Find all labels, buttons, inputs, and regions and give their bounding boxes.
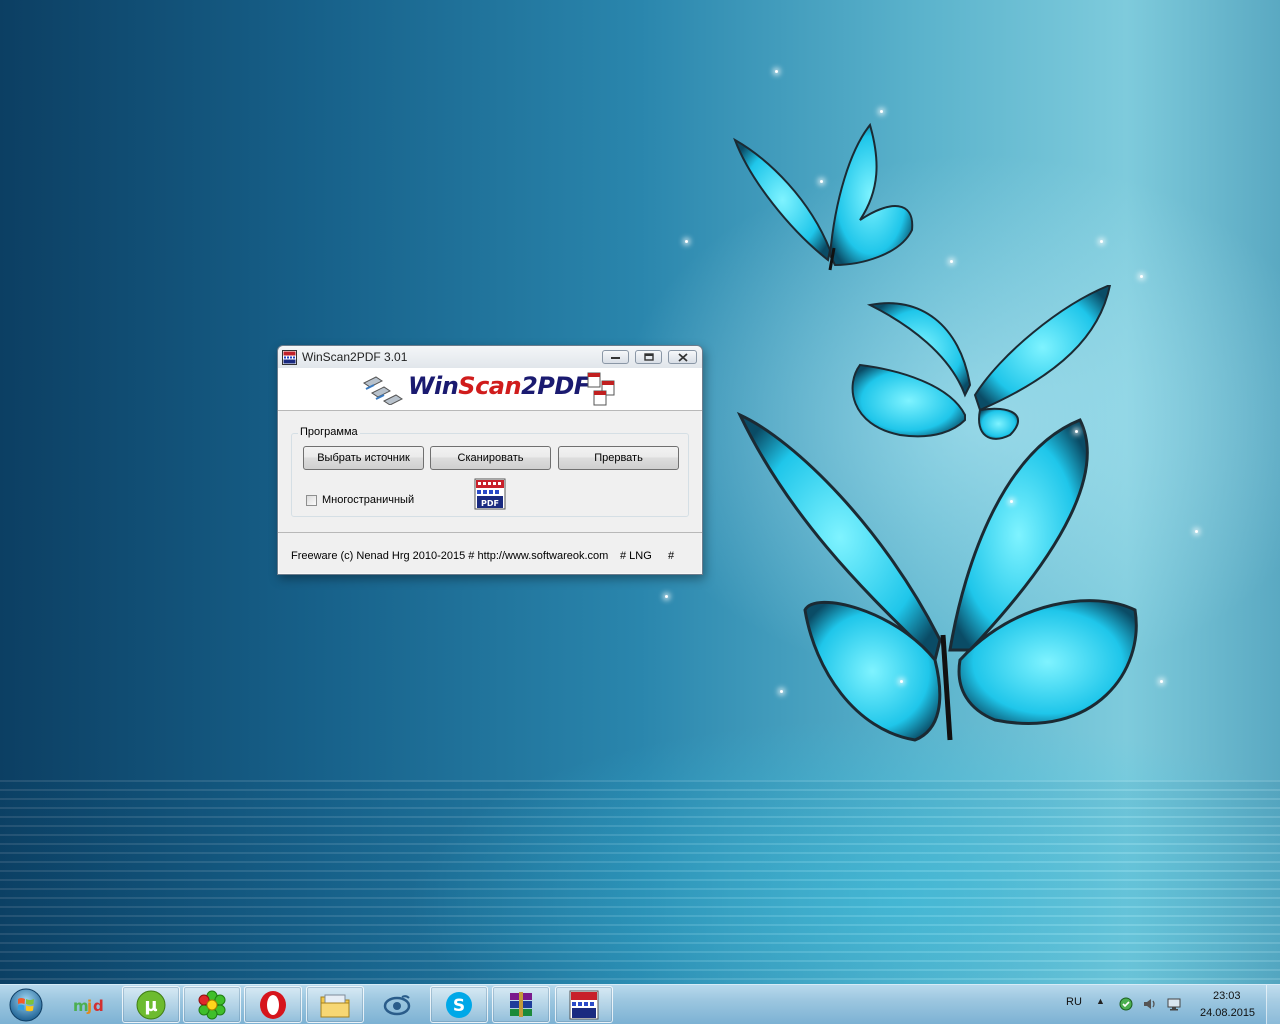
- tray-network-shield-icon[interactable]: [1118, 996, 1134, 1012]
- clock-time[interactable]: 23:03: [1213, 990, 1241, 1002]
- sparkle: [1140, 275, 1143, 278]
- svg-text:µ: µ: [144, 995, 157, 1016]
- taskbar-utorrent[interactable]: µ: [122, 986, 180, 1023]
- taskbar: m j d µ S RU ▲ 23:03 24.08.2015: [0, 984, 1280, 1024]
- pdf-output-icon[interactable]: PDF: [474, 478, 506, 510]
- sparkle: [820, 180, 823, 183]
- scan-button[interactable]: Сканировать: [430, 446, 551, 470]
- icq-flower-icon: [198, 990, 226, 1019]
- winscan2pdf-logo-text: WinScan2PDF: [408, 372, 590, 400]
- language-link[interactable]: # LNG: [620, 550, 652, 562]
- minimize-button[interactable]: [602, 350, 629, 364]
- taskbar-explorer[interactable]: [306, 986, 364, 1023]
- title-bar[interactable]: WinScan2PDF 3.01: [278, 346, 702, 368]
- pdf-pages-icon: [587, 372, 615, 406]
- multipage-label: Многостраничный: [322, 494, 415, 506]
- program-group-label: Программа: [298, 426, 360, 438]
- sparkle: [685, 240, 688, 243]
- pdf-icon: [569, 990, 599, 1019]
- status-separator: [278, 532, 702, 533]
- clock-date[interactable]: 24.08.2015: [1200, 1007, 1255, 1019]
- window-title: WinScan2PDF 3.01: [302, 350, 408, 364]
- scanner-icon: [363, 376, 403, 405]
- taskbar-winscan2pdf[interactable]: [555, 986, 613, 1023]
- sparkle: [950, 260, 953, 263]
- svg-text:PDF: PDF: [481, 499, 499, 508]
- opera-icon: [260, 990, 286, 1019]
- taskbar-mjd[interactable]: m j d: [60, 986, 118, 1023]
- start-button[interactable]: [6, 987, 46, 1023]
- butterfly-bottom-graphic: [736, 411, 1138, 742]
- taskbar-winrar[interactable]: [492, 986, 550, 1023]
- butterfly-top-graphic: [733, 122, 914, 271]
- svg-text:d: d: [93, 997, 104, 1015]
- tray-monitor-icon[interactable]: [1166, 996, 1182, 1012]
- sparkle: [1195, 530, 1198, 533]
- language-indicator[interactable]: RU: [1066, 996, 1082, 1008]
- logo-banner: WinScan2PDF: [278, 368, 702, 411]
- windows-orb-icon: [9, 988, 43, 1022]
- select-source-button[interactable]: Выбрать источник: [303, 446, 424, 470]
- checkbox-box[interactable]: [306, 494, 317, 506]
- skype-icon: S: [446, 991, 472, 1018]
- sparkle: [780, 690, 783, 693]
- taskbar-icq[interactable]: [183, 986, 241, 1023]
- sparkle: [1075, 430, 1078, 433]
- sparkle: [1010, 500, 1013, 503]
- taskbar-browser[interactable]: [368, 986, 426, 1023]
- abort-button[interactable]: Прервать: [558, 446, 679, 470]
- multipage-checkbox[interactable]: Многостраничный: [306, 494, 414, 506]
- sparkle: [775, 70, 778, 73]
- close-button[interactable]: [668, 350, 697, 364]
- eye-icon: [383, 994, 411, 1015]
- folder-icon: [320, 994, 350, 1017]
- show-desktop-button[interactable]: [1266, 985, 1280, 1024]
- sparkle: [1160, 680, 1163, 683]
- taskbar-opera[interactable]: [244, 986, 302, 1023]
- utorrent-icon: µ: [136, 990, 166, 1019]
- status-text: Freeware (c) Nenad Hrg 2010-2015 # http:…: [291, 550, 609, 562]
- mjd-icon: m j d: [73, 997, 104, 1015]
- winscan2pdf-window: WinScan2PDF 3.01 WinScan2PDF Программа В…: [277, 345, 703, 575]
- show-hidden-icons-button[interactable]: ▲: [1096, 996, 1105, 1006]
- sparkle: [665, 595, 668, 598]
- taskbar-skype[interactable]: S: [430, 986, 488, 1023]
- maximize-button[interactable]: [635, 350, 662, 364]
- minimize-icon: [611, 357, 620, 359]
- tray-speaker-icon[interactable]: [1142, 996, 1158, 1012]
- sparkle: [900, 680, 903, 683]
- sparkle: [880, 110, 883, 113]
- menu-hash-link[interactable]: #: [668, 550, 674, 562]
- maximize-icon: [643, 353, 654, 361]
- svg-text:S: S: [453, 996, 465, 1016]
- sparkle: [1100, 240, 1103, 243]
- winscan2pdf-app-icon: [282, 350, 297, 365]
- close-icon: [677, 352, 688, 362]
- svg-text:j: j: [86, 997, 92, 1015]
- water-reflection: [0, 780, 1280, 984]
- winrar-icon: [510, 991, 532, 1017]
